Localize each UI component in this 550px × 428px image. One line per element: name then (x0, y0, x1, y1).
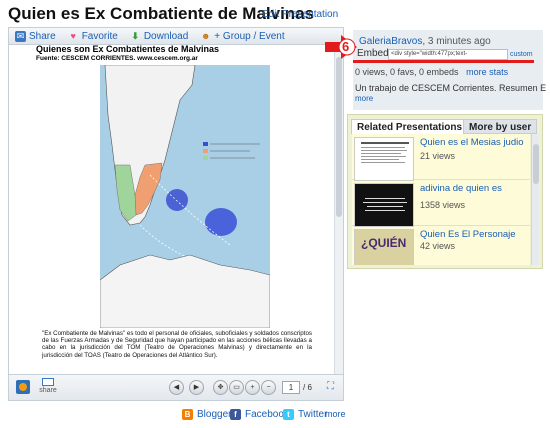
zoom-out-icon[interactable]: − (261, 380, 276, 395)
group-event-button[interactable]: ☻ + Group / Event (194, 28, 290, 45)
facebook-share-link[interactable]: f Facebook (230, 407, 289, 421)
download-button[interactable]: ⬇ Download (124, 28, 194, 45)
viewer-share-button[interactable]: share (38, 378, 58, 394)
fit-icon[interactable]: ▭ (229, 380, 244, 395)
share-label: Share (29, 30, 56, 42)
zoom-in-icon[interactable]: + (245, 380, 260, 395)
blogger-share-link[interactable]: B Blogger (182, 407, 231, 421)
related-scroll-thumb[interactable] (533, 144, 539, 184)
uploader-line: GaleriaBravos, 3 minutes ago (359, 36, 491, 47)
slideshare-logo-icon[interactable] (16, 380, 30, 394)
stats-line: 0 views, 0 favs, 0 embeds more stats (355, 67, 508, 77)
list-item[interactable]: ¿QUIÉN Quien Es El Personaje 42 views (352, 226, 530, 265)
share-icon: ✉ (15, 30, 26, 42)
list-item[interactable]: Quien es el Mesias judio 21 views (352, 134, 530, 181)
viewer-share-label: share (39, 387, 57, 394)
share-button[interactable]: ✉ Share (9, 28, 62, 45)
uploader-link[interactable]: GaleriaBravos (359, 36, 422, 47)
blogger-icon: B (182, 408, 193, 420)
edit-presentation-link[interactable]: Edit Presentation (262, 9, 338, 20)
twitter-label: Twitter (298, 408, 328, 420)
presentation-info-panel: GaleriaBravos, 3 minutes ago Embed <div … (353, 30, 547, 110)
tab-more-by-user[interactable]: More by user (463, 119, 538, 134)
scroll-thumb[interactable] (336, 57, 342, 217)
embed-code-field[interactable]: <div style="width:477px;text- (388, 49, 508, 60)
related-title[interactable]: Quien es el Mesias judio (420, 137, 524, 148)
annotation-arrow-icon: 6 (325, 33, 365, 61)
facebook-icon: f (230, 408, 241, 420)
more-share-label: more (325, 409, 346, 419)
slide-document-source: Fuente: CESCEM CORRIENTES. www.cescem.or… (36, 55, 198, 62)
tab-related-presentations[interactable]: Related Presentations (351, 119, 469, 134)
related-title[interactable]: adivina de quien es (420, 183, 502, 194)
malvinas-map-image (99, 64, 271, 329)
related-views: 1358 views (420, 200, 466, 210)
viewer-toolbar: ✉ Share ♥ Favorite ⬇ Download ☻ + Group … (9, 28, 343, 45)
related-views: 21 views (420, 151, 456, 161)
list-item[interactable]: adivina de quien es 1358 views (352, 180, 530, 227)
download-label: Download (143, 30, 189, 42)
viewer-nav-bar: share ◀ ▶ ✥ ▭ + − 1 / 6 ⛶ (8, 374, 344, 401)
related-thumbnail[interactable]: ¿QUIÉN (354, 229, 414, 265)
embed-custom-link[interactable]: custom (510, 51, 533, 58)
favorite-button[interactable]: ♥ Favorite (62, 28, 124, 45)
annotation-underline (353, 60, 534, 63)
description-text: Un trabajo de CESCEM Corrientes. Resumen… (355, 83, 547, 93)
upload-time: , 3 minutes ago (422, 36, 491, 47)
related-scrollbar[interactable] (531, 134, 539, 265)
next-slide-button[interactable]: ▶ (189, 380, 204, 395)
pan-icon[interactable]: ✥ (213, 380, 228, 395)
page-total: / 6 (303, 383, 312, 392)
description-more-link[interactable]: more (355, 94, 373, 103)
previous-slide-button[interactable]: ◀ (169, 380, 184, 395)
download-icon: ⬇ (131, 30, 140, 41)
related-title[interactable]: Quien Es El Personaje (420, 229, 516, 240)
group-icon: ☻ (201, 30, 211, 41)
viewer-scrollbar[interactable]: ▲ ▼ (334, 47, 343, 399)
favorite-label: Favorite (81, 30, 118, 42)
heart-icon: ♥ (70, 30, 76, 41)
envelope-icon (42, 378, 54, 386)
twitter-icon: t (283, 408, 294, 420)
related-views: 42 views (420, 241, 456, 251)
group-event-label: + Group / Event (214, 30, 285, 42)
page-number-input[interactable]: 1 (282, 381, 300, 394)
related-list: Quien es el Mesias judio 21 views adivin… (352, 134, 530, 265)
related-thumbnail[interactable] (354, 137, 414, 181)
more-stats-link[interactable]: more stats (466, 67, 508, 77)
related-thumb-text: ¿QUIÉN (361, 236, 407, 250)
slide-document-title: Quienes son Ex Combatientes de Malvinas (36, 44, 220, 54)
annotation-number: 6 (342, 39, 350, 54)
stats-text: 0 views, 0 favs, 0 embeds (355, 67, 459, 77)
twitter-share-link[interactable]: t Twitter (283, 407, 327, 421)
related-presentations-panel: Related Presentations More by user Quien… (347, 114, 543, 269)
blogger-label: Blogger (197, 408, 232, 420)
fullscreen-icon[interactable]: ⛶ (327, 381, 334, 392)
more-share-link[interactable]: more (325, 407, 346, 421)
slide-body-text: "Ex Combatiente de Malvinas" es todo el … (42, 330, 312, 359)
related-thumbnail[interactable] (354, 183, 414, 227)
